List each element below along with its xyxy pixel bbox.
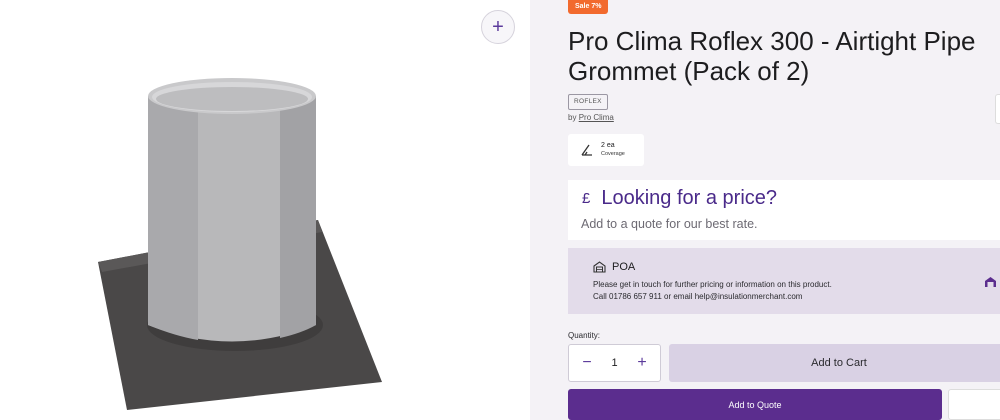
brand-byline: by Pro Clima (568, 113, 614, 122)
product-gallery: + (0, 0, 530, 420)
quantity-stepper[interactable]: − 1 + (568, 344, 661, 382)
side-card[interactable] (995, 94, 1000, 124)
poa-description: Please get in touch for further pricing … (593, 279, 832, 303)
secondary-action-button[interactable] (948, 389, 1000, 420)
add-to-cart-button[interactable]: Add to Cart (669, 344, 1000, 382)
plus-icon: + (492, 15, 504, 38)
price-heading: £ Looking for a price? (582, 187, 777, 210)
warehouse-icon (593, 261, 606, 273)
price-box: £ Looking for a price? Add to a quote fo… (568, 180, 1000, 240)
poa-line-2: Call 01786 657 911 or email help@insulat… (593, 292, 803, 301)
poa-heading: POA (593, 261, 635, 273)
coverage-value: 2 ea (601, 142, 615, 149)
price-heading-text: Looking for a price? (601, 187, 778, 209)
quantity-value[interactable]: 1 (611, 357, 617, 369)
poa-box: POA Please get in touch for further pric… (568, 248, 1000, 314)
product-image[interactable] (0, 0, 530, 420)
add-to-quote-button[interactable]: Add to Quote (568, 389, 942, 420)
decrement-button[interactable]: − (580, 354, 594, 372)
poa-line-1: Please get in touch for further pricing … (593, 280, 832, 289)
quantity-label: Quantity: (568, 331, 601, 340)
price-subtext: Add to a quote for our best rate. (581, 217, 758, 231)
ruler-triangle-icon (581, 144, 592, 156)
zoom-button[interactable]: + (481, 10, 515, 44)
increment-button[interactable]: + (635, 354, 649, 372)
product-details-panel: Sale 7% Pro Clima Roflex 300 - Airtight … (530, 0, 1000, 420)
sale-badge: Sale 7% (568, 0, 609, 14)
brand-tag[interactable]: ROFLEX (568, 94, 608, 110)
warehouse-icon (985, 277, 996, 287)
currency-symbol: £ (582, 190, 591, 207)
coverage-card: 2 ea Coverage (568, 134, 644, 166)
byline-prefix: by (568, 113, 577, 122)
coverage-label: Coverage (601, 151, 625, 157)
poa-heading-text: POA (612, 261, 636, 273)
brand-link[interactable]: Pro Clima (579, 113, 614, 122)
product-title: Pro Clima Roflex 300 - Airtight Pipe Gro… (568, 26, 976, 86)
